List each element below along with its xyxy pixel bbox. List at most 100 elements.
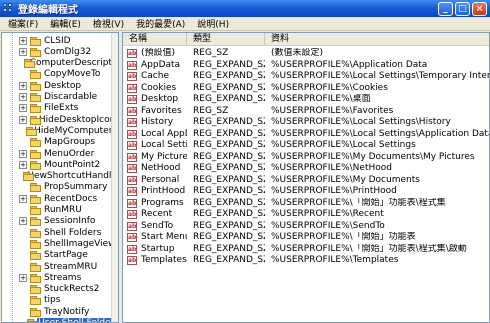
string-value-icon: ab <box>127 198 137 208</box>
registry-value-row[interactable]: ab Personal REG_EXPAND_SZ %USERPROFILE%\My … <box>123 174 489 186</box>
menu-help[interactable]: 說明(H) <box>191 17 235 30</box>
value-name-cell: Cookies <box>141 82 177 93</box>
folder-icon <box>30 296 41 306</box>
folder-icon <box>30 228 41 238</box>
string-value-icon: ab <box>127 118 137 127</box>
column-header-data[interactable]: 資料 <box>265 33 489 46</box>
value-type-cell: REG_EXPAND_SZ <box>193 209 265 219</box>
menu-view[interactable]: 檢視(V) <box>87 17 130 30</box>
expand-plus-icon[interactable]: + <box>19 93 27 101</box>
value-data-cell: %USERPROFILE%\Recent <box>271 209 384 219</box>
value-name-cell: Templates <box>141 255 187 265</box>
value-data-cell: %USERPROFILE%\Local Settings\Temporary I… <box>271 71 489 81</box>
tree-vertical-scrollbar[interactable] <box>111 33 118 322</box>
string-value-icon: ab <box>127 106 137 116</box>
tree-item-label: PropSummary <box>44 182 108 193</box>
value-type-cell: REG_EXPAND_SZ <box>193 232 265 242</box>
value-name-cell: Programs <box>141 197 184 208</box>
tree-item-label: NewShortcutHandle: <box>27 171 119 182</box>
tree-item-label: tips <box>44 295 61 306</box>
expand-plus-icon[interactable]: + <box>19 194 27 203</box>
registry-value-row[interactable]: ab Recent REG_EXPAND_SZ %USERPROFILE%\Recen… <box>123 209 489 220</box>
registry-value-row[interactable]: ab PrintHood REG_EXPAND_SZ %USERPROFILE%\Pr… <box>123 186 489 197</box>
registry-value-row[interactable]: ab (預設值) REG_SZ (數值未設定) <box>123 48 489 59</box>
registry-value-row[interactable]: ab Programs REG_EXPAND_SZ %USERPROFILE%\「開始… <box>123 197 489 209</box>
minimize-button[interactable]: _ <box>438 1 453 16</box>
tree-item-label: Discardable <box>44 92 98 102</box>
value-name-cell: Startup <box>141 243 175 254</box>
registry-value-row[interactable]: ab History REG_EXPAND_SZ %USERPROFILE%\Loca… <box>123 117 489 128</box>
registry-value-row[interactable]: ab Favorites REG_SZ %USERPROFILE%\Favorites <box>123 105 489 117</box>
tree-item-label: Desktop <box>44 80 82 91</box>
registry-value-row[interactable]: ab NetHood REG_EXPAND_SZ %USERPROFILE%\NetH… <box>123 163 489 174</box>
value-data-cell: %USERPROFILE%\Local Settings <box>271 140 416 150</box>
column-header-type[interactable]: 類型 <box>187 33 265 46</box>
value-name-cell: Start Menu <box>141 232 187 242</box>
registry-value-row[interactable]: ab My Pictures REG_EXPAND_SZ %USERPROFILE%\… <box>123 152 489 163</box>
title-bar[interactable]: 登錄編輯程式 _ □ × <box>0 0 490 17</box>
expand-plus-icon[interactable]: + <box>19 217 27 226</box>
string-value-icon: ab <box>127 256 137 265</box>
expand-plus-icon[interactable]: + <box>19 160 27 169</box>
registry-value-row[interactable]: ab Local AppData REG_EXPAND_SZ %USERPROFILE… <box>123 128 489 140</box>
expand-plus-icon[interactable]: + <box>19 149 27 158</box>
registry-value-row[interactable]: ab SendTo REG_EXPAND_SZ %USERPROFILE%\SendT… <box>123 221 489 232</box>
tree-item-label: StartPage <box>44 250 88 261</box>
registry-value-row[interactable]: ab AppData REG_EXPAND_SZ %USERPROFILE%\Appl… <box>123 60 489 71</box>
tree-item-label: StreamMRU <box>44 261 98 272</box>
string-value-icon: ab <box>127 244 137 254</box>
tree-item-label: RecentDocs <box>44 193 98 204</box>
menu-file[interactable]: 檔案(F) <box>2 17 44 30</box>
registry-value-row[interactable]: ab Start Menu REG_EXPAND_SZ %USERPROFILE%\「… <box>123 232 489 243</box>
registry-value-row[interactable]: ab Cookies REG_EXPAND_SZ %USERPROFILE%\Cook… <box>123 82 489 94</box>
menu-bar: 檔案(F) 編輯(E) 檢視(V) 我的最愛(A) 說明(H) <box>0 17 490 31</box>
value-name-cell: Favorites <box>141 105 182 116</box>
folder-icon <box>30 262 41 272</box>
value-data-cell: %USERPROFILE%\桌面 <box>271 94 371 104</box>
value-name-cell: (預設值) <box>141 48 176 58</box>
expand-plus-icon[interactable]: + <box>19 104 27 113</box>
close-button[interactable]: × <box>472 1 487 16</box>
value-type-cell: REG_EXPAND_SZ <box>193 243 265 254</box>
expand-plus-icon[interactable]: + <box>19 36 27 45</box>
tree-item-label: SessionInfo <box>44 216 96 227</box>
registry-tree-pane[interactable]: + CLSID + ComDlg32 ComputerDescriptio CopyMov… <box>1 32 119 323</box>
folder-icon <box>30 194 41 204</box>
registry-value-row[interactable]: ab Desktop REG_EXPAND_SZ %USERPROFILE%\桌面 <box>123 94 489 105</box>
value-data-cell: %USERPROFILE%\PrintHood <box>271 186 397 196</box>
expand-plus-icon[interactable]: + <box>19 115 27 124</box>
registry-value-row[interactable]: ab Startup REG_EXPAND_SZ %USERPROFILE%\「開始」… <box>123 243 489 255</box>
expand-plus-icon[interactable]: + <box>19 47 27 56</box>
expand-plus-icon[interactable]: + <box>19 273 27 282</box>
value-data-cell: %USERPROFILE%\「開始」功能表\程式集\啟動 <box>271 243 467 254</box>
value-type-cell: REG_EXPAND_SZ <box>193 117 265 127</box>
value-data-cell: %USERPROFILE%\Local Settings\History <box>271 117 451 127</box>
menu-favorites[interactable]: 我的最愛(A) <box>130 17 191 30</box>
string-value-icon: ab <box>127 95 137 104</box>
string-value-icon: ab <box>127 141 137 150</box>
menu-edit[interactable]: 編輯(E) <box>44 17 87 30</box>
tree-item[interactable]: User Shell Folders <box>2 317 118 322</box>
folder-icon <box>30 239 41 249</box>
value-name-cell: Local Settings <box>141 140 187 150</box>
value-type-cell: REG_EXPAND_SZ <box>193 140 265 150</box>
tree-item-label: TrayNotify <box>44 306 90 317</box>
tree-item-label: ShellImageView <box>44 238 116 249</box>
registry-value-row[interactable]: ab Cache REG_EXPAND_SZ %USERPROFILE%\Local … <box>123 71 489 82</box>
value-name-cell: Local AppData <box>141 128 187 139</box>
value-name-cell: Personal <box>141 174 180 185</box>
value-data-cell: %USERPROFILE%\My Documents <box>271 174 420 185</box>
folder-icon <box>30 104 41 114</box>
maximize-button[interactable]: □ <box>455 1 470 16</box>
registry-value-row[interactable]: ab Local Settings REG_EXPAND_SZ %USERPROFIL… <box>123 140 489 151</box>
folder-icon <box>29 115 41 125</box>
value-type-cell: REG_EXPAND_SZ <box>193 71 265 81</box>
folder-icon <box>23 59 34 69</box>
value-name-cell: Desktop <box>141 94 179 104</box>
registry-value-row[interactable]: ab Templates REG_EXPAND_SZ %USERPROFILE%\Te… <box>123 255 489 266</box>
tree-item-label: CopyMoveTo <box>44 69 101 80</box>
expand-plus-icon[interactable]: + <box>19 81 27 90</box>
registry-values-list[interactable]: 名稱 類型 資料 ab (預設值) REG_SZ (數值未設定) ab AppData RE… <box>122 32 490 323</box>
column-header-name[interactable]: 名稱 <box>123 33 187 46</box>
string-value-icon: ab <box>127 129 137 139</box>
